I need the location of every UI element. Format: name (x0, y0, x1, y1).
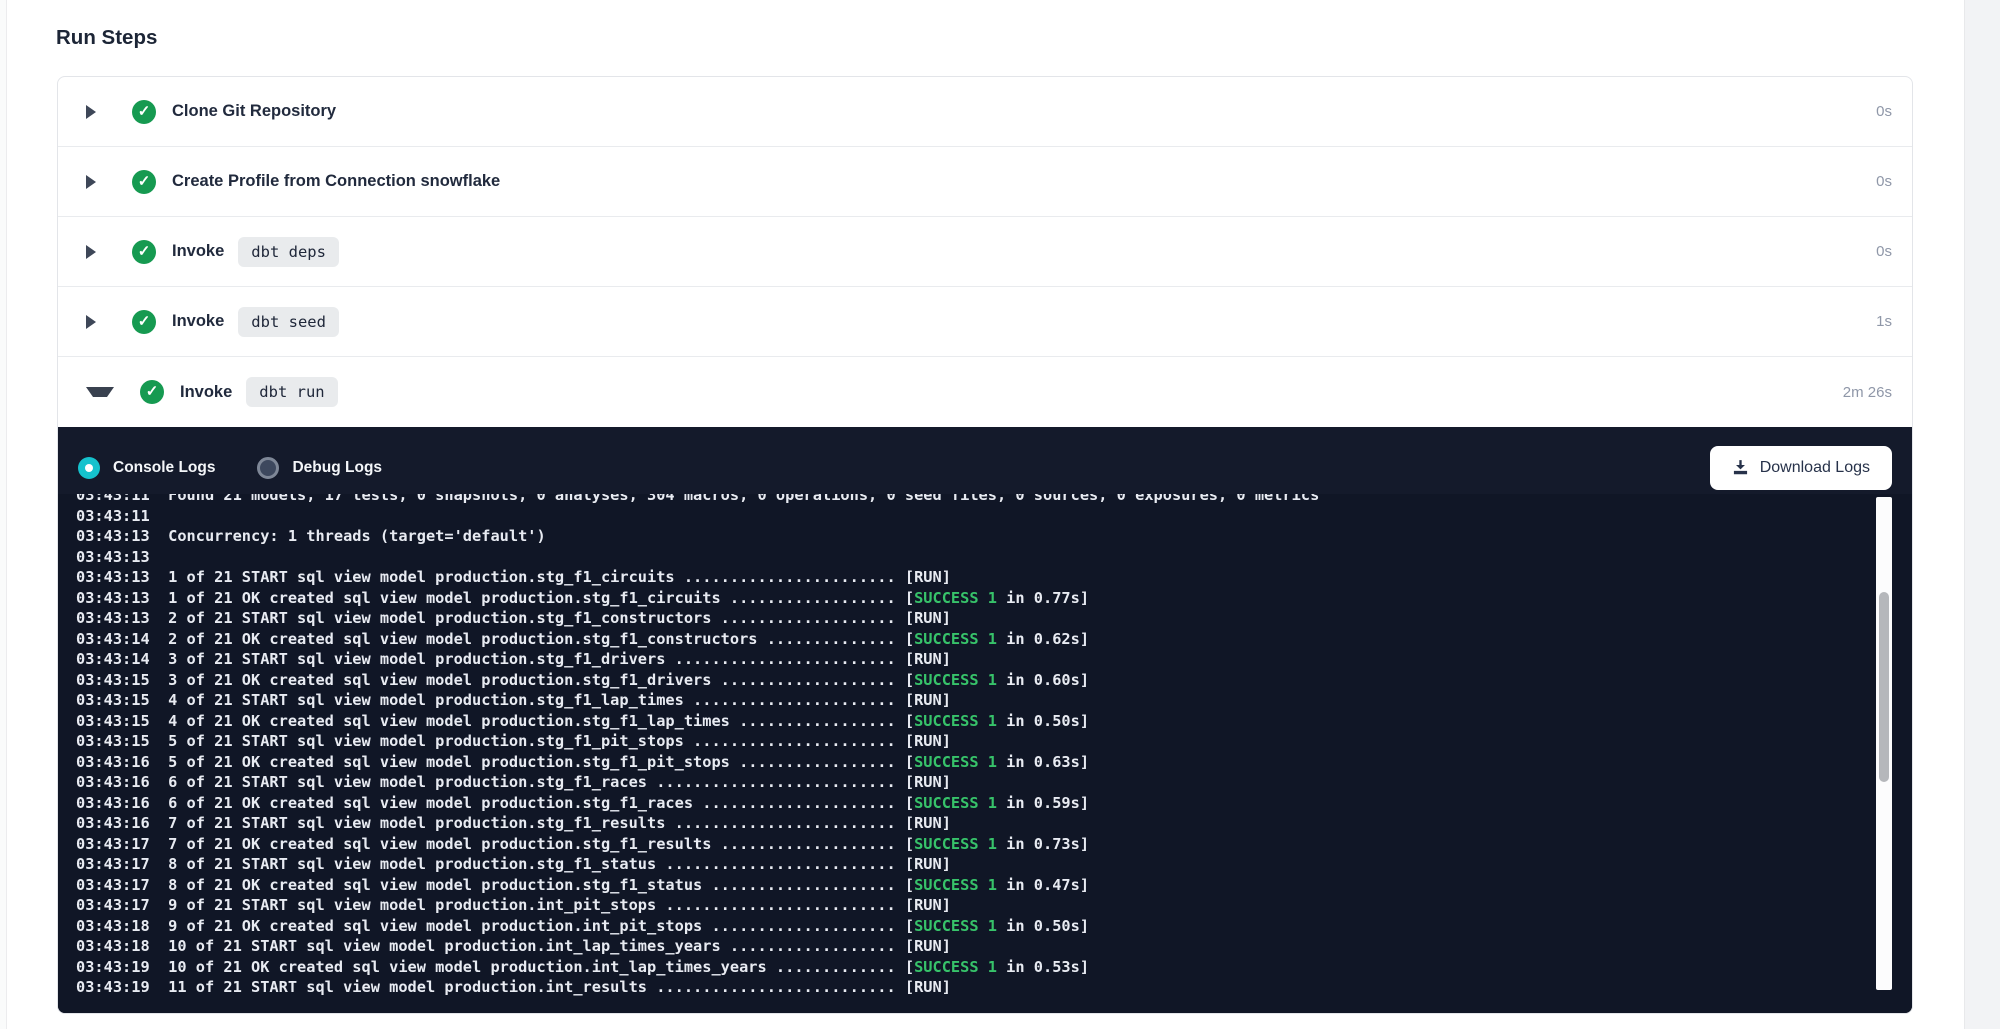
log-line: 03:43:15 5 of 21 START sql view model pr… (76, 731, 1912, 752)
page-title: Run Steps (56, 26, 157, 50)
console-log-viewport[interactable]: 03:43:11 Found 21 models, 17 tests, 0 sn… (58, 494, 1912, 1013)
chevron-right-icon[interactable] (86, 245, 110, 259)
log-line: 03:43:11 Found 21 models, 17 tests, 0 sn… (76, 494, 1912, 506)
log-line: 03:43:19 10 of 21 OK created sql view mo… (76, 957, 1912, 978)
log-line: 03:43:13 Concurrency: 1 threads (target=… (76, 526, 1912, 547)
log-line: 03:43:17 8 of 21 OK created sql view mod… (76, 875, 1912, 896)
debug-logs-label: Debug Logs (292, 459, 382, 477)
step-title: Invoke (172, 312, 224, 331)
log-panel-header: Console Logs Debug Logs Download Logs (58, 427, 1912, 494)
console-logs-label: Console Logs (113, 459, 215, 477)
radio-selected-icon[interactable] (78, 457, 100, 479)
step-duration: 1s (1876, 313, 1892, 330)
right-gutter (1964, 0, 2000, 1029)
step-row-invoke-dbt-run[interactable]: ✓ Invoke dbt run 2m 26s (58, 357, 1912, 427)
command-chip: dbt seed (238, 307, 339, 337)
chevron-right-icon[interactable] (86, 315, 110, 329)
command-chip: dbt deps (238, 237, 339, 267)
step-title: Invoke (180, 383, 232, 402)
step-row-clone-git-repository[interactable]: ✓ Clone Git Repository 0s (58, 77, 1912, 147)
left-gutter (0, 0, 7, 1029)
step-duration: 0s (1876, 103, 1892, 120)
log-lines: 03:43:11 Found 21 models, 17 tests, 0 sn… (76, 494, 1912, 998)
run-steps-card: ✓ Clone Git Repository 0s ✓ Create Profi… (57, 76, 1913, 1014)
log-line: 03:43:18 10 of 21 START sql view model p… (76, 936, 1912, 957)
radio-unselected-icon[interactable] (257, 457, 279, 479)
debug-logs-radio[interactable]: Debug Logs (257, 457, 382, 479)
step-title: Invoke (172, 242, 224, 261)
success-check-icon: ✓ (140, 380, 164, 404)
log-line: 03:43:13 1 of 21 START sql view model pr… (76, 567, 1912, 588)
log-scrollbar-track[interactable] (1876, 497, 1892, 990)
log-line: 03:43:11 (76, 506, 1912, 527)
success-check-icon: ✓ (132, 240, 156, 264)
download-logs-button[interactable]: Download Logs (1710, 446, 1892, 490)
step-row-invoke-dbt-seed[interactable]: ✓ Invoke dbt seed 1s (58, 287, 1912, 357)
log-line: 03:43:15 4 of 21 START sql view model pr… (76, 690, 1912, 711)
log-line: 03:43:14 2 of 21 OK created sql view mod… (76, 629, 1912, 650)
log-scrollbar-thumb[interactable] (1879, 592, 1889, 782)
log-line: 03:43:17 7 of 21 OK created sql view mod… (76, 834, 1912, 855)
step-duration: 0s (1876, 173, 1892, 190)
step-title: Clone Git Repository (172, 102, 336, 121)
step-duration: 2m 26s (1843, 384, 1892, 401)
log-line: 03:43:16 7 of 21 START sql view model pr… (76, 813, 1912, 834)
step-duration: 0s (1876, 243, 1892, 260)
log-line: 03:43:17 8 of 21 START sql view model pr… (76, 854, 1912, 875)
log-line: 03:43:13 1 of 21 OK created sql view mod… (76, 588, 1912, 609)
chevron-right-icon[interactable] (86, 105, 110, 119)
log-line: 03:43:16 6 of 21 OK created sql view mod… (76, 793, 1912, 814)
command-chip: dbt run (246, 377, 337, 407)
log-line: 03:43:16 6 of 21 START sql view model pr… (76, 772, 1912, 793)
log-line: 03:43:19 11 of 21 START sql view model p… (76, 977, 1912, 998)
log-line: 03:43:15 4 of 21 OK created sql view mod… (76, 711, 1912, 732)
log-line: 03:43:14 3 of 21 START sql view model pr… (76, 649, 1912, 670)
chevron-right-icon[interactable] (86, 175, 110, 189)
log-line: 03:43:13 2 of 21 START sql view model pr… (76, 608, 1912, 629)
log-line: 03:43:15 3 of 21 OK created sql view mod… (76, 670, 1912, 691)
chevron-down-icon[interactable] (86, 387, 114, 397)
success-check-icon: ✓ (132, 170, 156, 194)
console-log-panel: Console Logs Debug Logs Download Logs 03 (58, 427, 1912, 1013)
run-steps-page: Run Steps ✓ Clone Git Repository 0s ✓ Cr… (0, 0, 2000, 1029)
download-logs-label: Download Logs (1760, 459, 1870, 477)
download-icon (1732, 459, 1749, 476)
step-row-create-profile[interactable]: ✓ Create Profile from Connection snowfla… (58, 147, 1912, 217)
log-line: 03:43:16 5 of 21 OK created sql view mod… (76, 752, 1912, 773)
success-check-icon: ✓ (132, 310, 156, 334)
log-line: 03:43:18 9 of 21 OK created sql view mod… (76, 916, 1912, 937)
success-check-icon: ✓ (132, 100, 156, 124)
log-line: 03:43:13 (76, 547, 1912, 568)
log-line: 03:43:17 9 of 21 START sql view model pr… (76, 895, 1912, 916)
console-logs-radio[interactable]: Console Logs (78, 457, 215, 479)
step-row-invoke-dbt-deps[interactable]: ✓ Invoke dbt deps 0s (58, 217, 1912, 287)
step-title: Create Profile from Connection snowflake (172, 172, 500, 191)
